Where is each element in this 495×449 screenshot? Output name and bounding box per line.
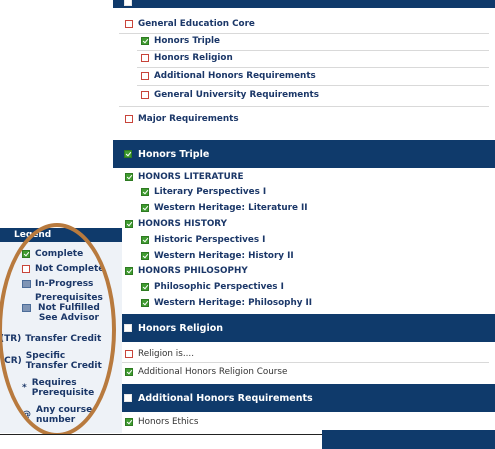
not-complete-icon xyxy=(125,115,133,123)
honors-religion-link-row[interactable]: Honors Religion xyxy=(141,53,233,63)
complete-icon xyxy=(141,188,149,196)
complete-icon xyxy=(125,173,133,181)
historic-perspectives-row[interactable]: Historic Perspectives I xyxy=(141,235,265,245)
row-label: Western Heritage: Literature II xyxy=(154,203,308,213)
general-university-link-row[interactable]: General University Requirements xyxy=(141,90,319,100)
not-complete-icon xyxy=(141,54,149,62)
complete-icon xyxy=(125,220,133,228)
western-history-row[interactable]: Western Heritage: History II xyxy=(141,251,294,261)
complete-icon xyxy=(141,37,149,45)
religion-is-row[interactable]: Religion is.... xyxy=(125,349,194,359)
divider xyxy=(119,33,489,34)
complete-icon xyxy=(141,283,149,291)
bottom-blank xyxy=(0,435,322,449)
honors-literature-row[interactable]: HONORS LITERATURE xyxy=(125,172,244,182)
complete-icon xyxy=(141,252,149,260)
top-header-bar xyxy=(113,0,495,8)
complete-icon xyxy=(125,368,133,376)
row-label: Honors Triple xyxy=(154,36,221,46)
row-label: Literary Perspectives I xyxy=(154,187,267,197)
row-label: HONORS PHILOSOPHY xyxy=(138,266,248,276)
additional-religion-row[interactable]: Additional Honors Religion Course xyxy=(125,367,287,377)
additional-honors-header[interactable]: Additional Honors Requirements xyxy=(113,384,495,412)
not-complete-icon xyxy=(141,72,149,80)
not-complete-icon xyxy=(124,394,132,402)
section-title: Additional Honors Requirements xyxy=(138,392,313,404)
row-label: Religion is.... xyxy=(138,349,195,359)
row-label: Philosophic Perspectives I xyxy=(154,282,284,292)
honors-triple-header[interactable]: Honors Triple xyxy=(113,140,495,168)
honors-triple-link-row[interactable]: Honors Triple xyxy=(141,36,220,46)
bottom-bar xyxy=(322,430,495,449)
degree-audit-panel: General Education Core Honors Triple Hon… xyxy=(113,0,495,449)
not-complete-icon xyxy=(141,91,149,99)
not-complete-icon xyxy=(125,350,133,358)
divider xyxy=(119,362,489,363)
bottom-rule xyxy=(0,434,325,435)
row-label: Western Heritage: History II xyxy=(154,251,294,261)
additional-honors-link-row[interactable]: Additional Honors Requirements xyxy=(141,71,316,81)
literary-perspectives-row[interactable]: Literary Perspectives I xyxy=(141,187,266,197)
western-literature-row[interactable]: Western Heritage: Literature II xyxy=(141,203,308,213)
philosophic-perspectives-row[interactable]: Philosophic Perspectives I xyxy=(141,282,284,292)
divider xyxy=(137,85,489,86)
row-label: Additional Honors Religion Course xyxy=(138,367,288,377)
complete-icon xyxy=(125,418,133,426)
row-label: Honors Religion xyxy=(154,53,233,63)
honors-history-row[interactable]: HONORS HISTORY xyxy=(125,219,227,229)
row-label: Western Heritage: Philosophy II xyxy=(154,298,313,308)
gen-ed-core-row[interactable]: General Education Core xyxy=(125,19,255,29)
section-title: Honors Religion xyxy=(138,322,224,334)
complete-icon xyxy=(125,267,133,275)
row-label: General University Requirements xyxy=(154,90,319,100)
row-label: Major Requirements xyxy=(138,114,239,124)
divider xyxy=(137,50,489,51)
row-label: HONORS HISTORY xyxy=(138,219,227,229)
section-title: Honors Triple xyxy=(138,148,210,160)
row-label: General Education Core xyxy=(138,19,255,29)
row-label: HONORS LITERATURE xyxy=(138,172,244,182)
honors-religion-header[interactable]: Honors Religion xyxy=(113,314,495,342)
complete-icon xyxy=(124,150,132,158)
highlight-oval xyxy=(0,223,116,437)
not-complete-icon xyxy=(125,20,133,28)
honors-philosophy-row[interactable]: HONORS PHILOSOPHY xyxy=(125,266,248,276)
complete-icon xyxy=(141,204,149,212)
row-label: Honors Ethics xyxy=(138,417,199,427)
western-philosophy-row[interactable]: Western Heritage: Philosophy II xyxy=(141,298,312,308)
not-complete-icon xyxy=(124,324,132,332)
row-label: Additional Honors Requirements xyxy=(154,71,316,81)
divider xyxy=(137,67,489,68)
row-label: Historic Perspectives I xyxy=(154,235,266,245)
honors-ethics-row[interactable]: Honors Ethics xyxy=(125,417,198,427)
complete-icon xyxy=(141,299,149,307)
complete-icon xyxy=(141,236,149,244)
header-checkbox-icon xyxy=(124,0,132,6)
divider xyxy=(119,106,489,107)
major-requirements-row[interactable]: Major Requirements xyxy=(125,114,239,124)
